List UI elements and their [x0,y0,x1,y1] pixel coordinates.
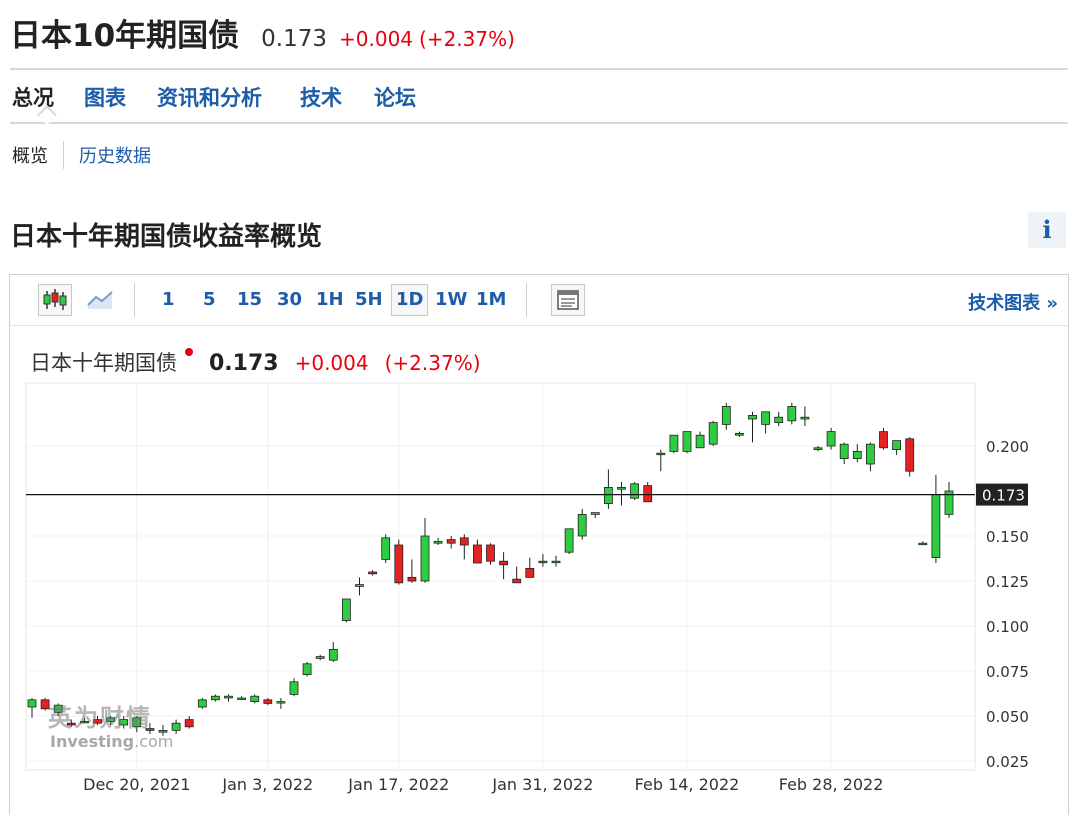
candle-body [879,431,888,449]
candle-body [394,544,404,584]
x-tick-label: Feb 28, 2022 [779,775,884,794]
candle-body [341,598,351,622]
candle-body [433,541,443,544]
candle-body [538,560,548,564]
y-tick-label: 0.125 [986,573,1029,591]
candle-body [866,443,875,465]
x-tick-label: Jan 3, 2022 [221,775,313,794]
candle-body [617,486,626,490]
y-tick-label: 0.100 [986,618,1029,636]
candle-body [472,544,482,564]
current-price-label: 0.173 [982,487,1025,505]
candle-body [656,452,666,456]
chart-axes: 0.025 0.050 0.075 0.100 0.125 0.150 0.200 Dec 2… [26,438,1029,794]
candle-body [250,695,260,703]
y-tick-label: 0.150 [986,528,1029,546]
candle-body [302,663,312,675]
candle-body [459,537,469,546]
candle-body [774,416,784,424]
candle-body [355,584,364,587]
candle-body [328,649,338,661]
watermark-en: Investing.com [50,732,173,751]
candle-body [551,560,561,564]
candle-body [787,405,797,422]
candle-body [813,447,823,450]
watermark-cn: 英为财情 [48,704,152,732]
y-tick-label: 0.075 [986,663,1029,681]
candle-body [669,434,679,452]
candle-body [486,544,495,562]
candle-body [184,719,194,728]
candle-body [721,405,731,425]
y-tick-label: 0.025 [986,753,1029,771]
candle-body [276,701,286,704]
candle-body [381,537,391,560]
candle-body [630,483,639,499]
watermark-en-suffix: .com [134,732,174,751]
candle-body [918,542,928,546]
candle-body [800,416,810,420]
candle-body [197,699,207,708]
candle-body [826,431,836,447]
candle-body [905,438,915,472]
candle-body [512,578,522,584]
candle-series [27,402,954,736]
x-tick-label: Dec 20, 2021 [83,775,190,794]
candle-body [590,512,600,515]
candle-body [315,656,325,659]
candle-body [931,494,941,559]
candlestick-chart: 0.025 0.050 0.075 0.100 0.125 0.150 0.200 Dec 2… [25,382,1029,794]
candle-body [224,695,233,699]
candle-body [171,722,181,731]
watermark-en-main: Investing [50,732,135,751]
x-tick-label: Jan 17, 2022 [347,775,449,794]
y-tick-label: 0.200 [986,438,1029,456]
candle-body [682,431,692,452]
y-tick-label: 0.050 [986,708,1029,726]
candle-body [237,697,247,700]
candle-body [210,695,220,701]
x-tick-label: Jan 31, 2022 [491,775,593,794]
candle-body [499,560,509,566]
candle-body [407,577,417,582]
candle-body [852,450,862,459]
candle-body [708,422,718,445]
candle-body [263,699,273,704]
candle-body [761,411,770,425]
candle-body [604,486,613,504]
candle-body [564,528,574,553]
candle-body [735,432,744,436]
candle-body [368,571,378,575]
candle-body [525,568,535,578]
candle-body [839,443,849,460]
candle-body [892,440,901,451]
candle-body [577,514,587,537]
candle-body [695,434,705,449]
candle-body [27,699,37,708]
candle-body [643,485,653,503]
candle-body [446,539,456,544]
candle-body [420,535,430,582]
candle-body [748,414,757,420]
candle-body [289,681,299,695]
x-tick-label: Feb 14, 2022 [635,775,740,794]
